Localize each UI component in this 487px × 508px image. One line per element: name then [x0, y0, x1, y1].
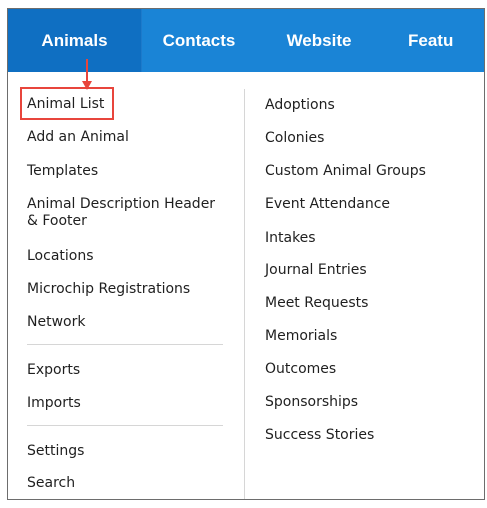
menu-item-success-stories[interactable]: Success Stories	[265, 427, 374, 444]
menu-item-colonies[interactable]: Colonies	[265, 130, 324, 147]
top-navigation-bar: Animals Contacts Website Featu	[8, 9, 484, 72]
column-divider	[244, 89, 245, 499]
menu-divider	[27, 425, 223, 426]
menu-item-search[interactable]: Search	[27, 475, 75, 492]
menu-item-exports[interactable]: Exports	[27, 362, 80, 379]
menu-item-memorials[interactable]: Memorials	[265, 328, 337, 345]
tab-contacts[interactable]: Contacts	[141, 9, 257, 72]
menu-item-settings[interactable]: Settings	[27, 443, 84, 460]
menu-item-custom-animal-groups[interactable]: Custom Animal Groups	[265, 163, 426, 180]
menu-item-templates[interactable]: Templates	[27, 163, 98, 180]
menu-item-adoptions[interactable]: Adoptions	[265, 97, 335, 114]
tab-animals[interactable]: Animals	[8, 9, 141, 72]
menu-item-animal-list[interactable]: Animal List	[27, 96, 104, 113]
menu-divider	[27, 344, 223, 345]
menu-item-event-attendance[interactable]: Event Attendance	[265, 196, 390, 213]
menu-item-outcomes[interactable]: Outcomes	[265, 361, 336, 378]
menu-item-add-an-animal[interactable]: Add an Animal	[27, 129, 129, 146]
tab-website[interactable]: Website	[257, 9, 381, 72]
menu-item-imports[interactable]: Imports	[27, 395, 81, 412]
tab-features-truncated[interactable]: Featu	[408, 9, 484, 72]
menu-item-journal-entries[interactable]: Journal Entries	[265, 262, 367, 279]
menu-item-microchip-registrations[interactable]: Microchip Registrations	[27, 281, 190, 298]
menu-item-locations[interactable]: Locations	[27, 248, 94, 265]
menu-item-meet-requests[interactable]: Meet Requests	[265, 295, 368, 312]
dropdown-window: Animals Contacts Website Featu Animal Li…	[7, 8, 485, 500]
menu-item-animal-description-header-footer[interactable]: Animal Description Header & Footer	[27, 196, 227, 230]
menu-item-intakes[interactable]: Intakes	[265, 230, 316, 247]
menu-item-network[interactable]: Network	[27, 314, 85, 331]
menu-item-sponsorships[interactable]: Sponsorships	[265, 394, 358, 411]
